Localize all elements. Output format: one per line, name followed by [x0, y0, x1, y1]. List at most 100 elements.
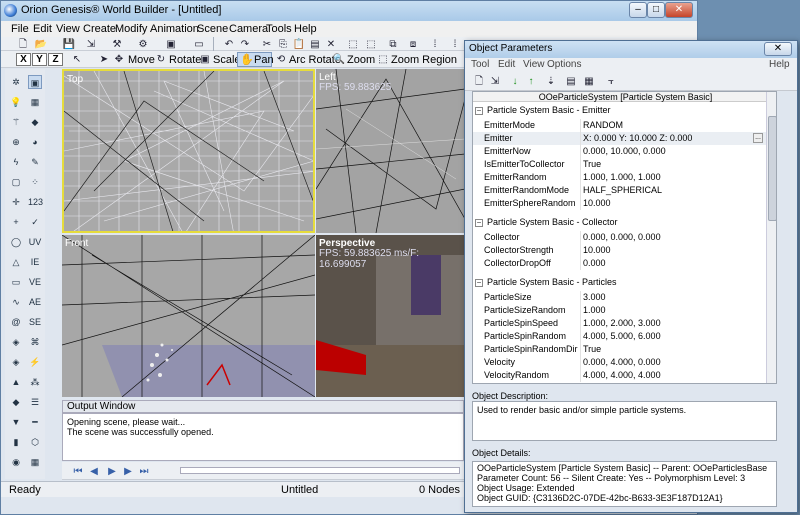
menu-help[interactable]: Help	[294, 23, 317, 35]
property-value[interactable]: 0.000, 10.000, 0.000	[583, 146, 666, 156]
render-icon[interactable]: ▣	[163, 37, 179, 52]
path-icon[interactable]: ϟ	[9, 155, 23, 169]
alphabetical-view-icon[interactable]: ▦	[581, 74, 597, 89]
curve-icon[interactable]: ∿	[9, 295, 23, 309]
property-value[interactable]: True	[583, 159, 601, 169]
export-object-icon[interactable]: ⇲	[487, 74, 503, 89]
menu-camera[interactable]: Camera	[229, 23, 268, 35]
property-value[interactable]: 0.000	[583, 258, 606, 268]
zoom-region-button[interactable]: Zoom Region	[391, 54, 457, 66]
property-row[interactable]: CollectorDropOff 0.000	[473, 257, 776, 270]
property-value[interactable]: 1.000, 2.000, 3.000	[583, 318, 661, 328]
check-icon[interactable]: ✓	[28, 215, 42, 229]
step-back-icon[interactable]: ◀	[86, 464, 102, 479]
scrollbar-thumb[interactable]	[768, 116, 776, 221]
ve-icon[interactable]: VE	[28, 275, 42, 289]
step-forward-icon[interactable]: ▶	[120, 464, 136, 479]
menu-create[interactable]: Create	[83, 23, 116, 35]
property-row[interactable]: EmitterRandomMode HALF_SPHERICAL	[473, 184, 776, 197]
select-arrow-icon[interactable]: ↖	[69, 52, 85, 67]
property-row[interactable]: ParticleSpinRandom 4.000, 5.000, 6.000	[473, 330, 776, 343]
maximize-button[interactable]: □	[647, 2, 665, 18]
bolt-icon[interactable]: ⚡	[28, 355, 42, 369]
gem2-icon[interactable]: ◈	[9, 355, 23, 369]
menu-animation[interactable]: Animation	[150, 23, 199, 35]
timeline-slider[interactable]	[180, 467, 460, 474]
axis-x-button[interactable]: X	[16, 53, 31, 66]
menu-file[interactable]: File	[11, 23, 29, 35]
property-value[interactable]: HALF_SPHERICAL	[583, 185, 662, 195]
spiral-icon[interactable]: @	[9, 315, 23, 329]
menu-view[interactable]: View	[56, 23, 80, 35]
wand-icon[interactable]: ⚚	[9, 115, 23, 129]
main-title-bar[interactable]: Orion Genesis® World Builder - [Untitled…	[1, 1, 697, 21]
torus-icon[interactable]: ◉	[9, 455, 23, 469]
cube2-icon[interactable]: ⬡	[28, 435, 42, 449]
rectangle-icon[interactable]: ▭	[9, 275, 23, 289]
property-value[interactable]: RANDOM	[583, 120, 623, 130]
se-icon[interactable]: SE	[28, 315, 42, 329]
sort-icon[interactable]: ⇣	[543, 74, 559, 89]
delete-icon[interactable]: ✕	[323, 37, 339, 52]
fast-forward-icon[interactable]: ⏭	[136, 464, 152, 479]
line-icon[interactable]: ━	[28, 415, 42, 429]
export-icon[interactable]: ⇲	[83, 37, 99, 52]
move-button[interactable]: Move	[128, 54, 155, 66]
property-value[interactable]: 10.000	[583, 245, 611, 255]
crosshair-icon[interactable]: ✛	[9, 195, 23, 209]
select-none-icon[interactable]: ⬚	[363, 37, 379, 52]
gem-icon[interactable]: ◈	[9, 335, 23, 349]
property-row[interactable]: Collector 0.000, 0.000, 0.000	[473, 231, 776, 244]
select-tool-icon[interactable]: ✲	[9, 75, 23, 89]
brush-icon[interactable]: ✎	[28, 155, 42, 169]
property-pages-icon[interactable]: ⫟	[603, 74, 619, 89]
property-row[interactable]: Velocity 0.000, 4.000, 0.000	[473, 356, 776, 369]
number-icon[interactable]: 123	[28, 195, 43, 209]
cube-icon[interactable]: ◆	[28, 115, 42, 129]
plus-icon[interactable]: +	[9, 215, 23, 229]
arc-rotate-icon[interactable]: ⟲	[273, 52, 289, 67]
tools-icon[interactable]: ⚒	[109, 37, 125, 52]
close-button[interactable]: ✕	[665, 2, 693, 18]
scale-icon[interactable]: ▣	[197, 52, 213, 67]
box-icon[interactable]: ▢	[9, 175, 23, 189]
triangle-icon[interactable]: △	[9, 255, 23, 269]
cylinder-icon[interactable]: ▮	[9, 435, 23, 449]
property-value[interactable]: 4.000, 5.000, 6.000	[583, 331, 661, 341]
paste-icon[interactable]: 📋	[291, 37, 307, 52]
property-value[interactable]: 3.000	[583, 292, 606, 302]
property-row[interactable]: EmitterRandom 1.000, 1.000, 1.000	[473, 171, 776, 184]
viewport-top[interactable]: Top	[62, 69, 315, 233]
axis-y-button[interactable]: Y	[32, 53, 47, 66]
property-row[interactable]: CollectorStrength 10.000	[473, 244, 776, 257]
arrow-down-icon[interactable]: ↓	[507, 74, 523, 89]
viewport-front[interactable]: Front	[62, 235, 315, 397]
zoom-icon[interactable]: 🔍	[331, 52, 347, 67]
viewport-perspective[interactable]: Perspective FPS: 59.883625 ms/F: 16.6990…	[316, 235, 465, 397]
dialog-menu-edit[interactable]: Edit	[498, 59, 515, 70]
cone-icon[interactable]: ▼	[9, 415, 23, 429]
dots-grid-icon[interactable]: ⁘	[28, 175, 42, 189]
list-icon[interactable]: ☰	[28, 395, 42, 409]
cut-icon[interactable]: ✂	[259, 37, 275, 52]
app-icon[interactable]	[4, 4, 17, 17]
grid-icon[interactable]: ▦	[28, 95, 42, 109]
frame-icon[interactable]: ⌘	[28, 335, 42, 349]
property-value[interactable]: True	[583, 344, 601, 354]
window-icon[interactable]: ▭	[191, 37, 207, 52]
save-icon[interactable]: 💾	[61, 37, 77, 52]
property-value[interactable]: 0.000, 4.000, 0.000	[583, 357, 661, 367]
new-object-icon[interactable]: 🗋	[471, 74, 487, 89]
property-row[interactable]: Emitter X: 0.000 Y: 10.000 Z: 0.000...	[473, 132, 776, 145]
paste-special-icon[interactable]: ▤	[307, 37, 323, 52]
copy-icon[interactable]: ⎘	[275, 37, 291, 52]
menu-modify[interactable]: Modify	[115, 23, 147, 35]
dialog-menu-options[interactable]: Options	[547, 59, 581, 70]
property-category[interactable]: − Particle System Basic - Particles	[473, 276, 776, 289]
settings-icon[interactable]: ⚙	[135, 37, 151, 52]
target-icon[interactable]: ⊕	[9, 135, 23, 149]
light-icon[interactable]: 💡	[9, 95, 23, 109]
menu-scene[interactable]: Scene	[197, 23, 228, 35]
select-all-icon[interactable]: ⬚	[345, 37, 361, 52]
move-icon[interactable]: ✥	[111, 52, 127, 67]
